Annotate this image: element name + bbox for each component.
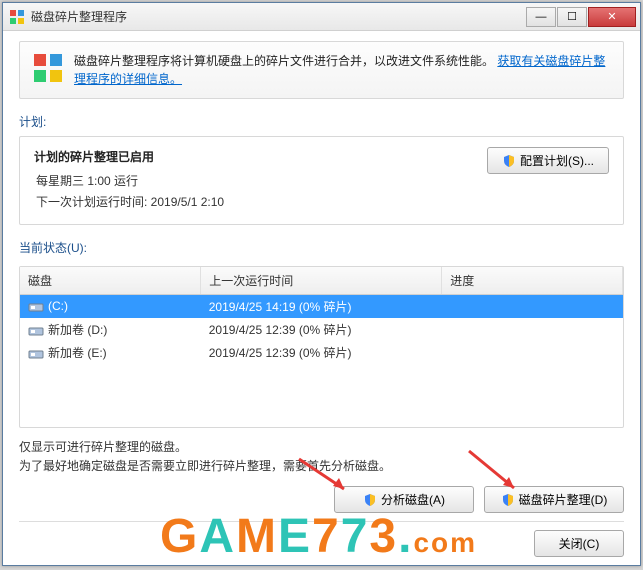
- progress-cell: [442, 318, 623, 341]
- status-label: 当前状态(U):: [19, 239, 624, 256]
- info-description: 磁盘碎片整理程序将计算机硬盘上的碎片文件进行合并，以改进文件系统性能。: [74, 54, 494, 68]
- shield-icon: [501, 493, 515, 507]
- close-dialog-button[interactable]: 关闭(C): [534, 530, 624, 557]
- window: 磁盘碎片整理程序 — ☐ ✕ 磁盘碎片整理程序将计算机硬盘上的碎片文件进行合并，…: [2, 2, 641, 566]
- footer-info: 仅显示可进行碎片整理的磁盘。 为了最好地确定磁盘是否需要立即进行碎片整理，需要首…: [19, 438, 624, 476]
- analyze-disk-label: 分析磁盘(A): [381, 491, 445, 508]
- divider: [19, 521, 624, 522]
- shield-icon: [363, 493, 377, 507]
- configure-schedule-button[interactable]: 配置计划(S)...: [487, 147, 609, 174]
- disk-cell: (C:): [20, 294, 201, 318]
- disk-table-wrap: 磁盘 上一次运行时间 进度 (C:)2019/4/25 14:19 (0% 碎片…: [20, 267, 623, 427]
- progress-cell: [442, 341, 623, 364]
- schedule-info: 计划的碎片整理已启用 每星期三 1:00 运行 下一次计划运行时间: 2019/…: [34, 147, 224, 214]
- table-row[interactable]: 新加卷 (E:)2019/4/25 12:39 (0% 碎片): [20, 341, 623, 364]
- defrag-disk-button[interactable]: 磁盘碎片整理(D): [484, 486, 624, 513]
- configure-schedule-label: 配置计划(S)...: [520, 152, 594, 169]
- content-area: 磁盘碎片整理程序将计算机硬盘上的碎片文件进行合并，以改进文件系统性能。 获取有关…: [3, 31, 640, 565]
- close-button[interactable]: ✕: [588, 7, 636, 27]
- disk-cell: 新加卷 (D:): [20, 318, 201, 341]
- disk-list-area: 磁盘 上一次运行时间 进度 (C:)2019/4/25 14:19 (0% 碎片…: [19, 266, 624, 428]
- disk-table: 磁盘 上一次运行时间 进度 (C:)2019/4/25 14:19 (0% 碎片…: [20, 267, 623, 364]
- action-buttons: 分析磁盘(A) 磁盘碎片整理(D): [19, 486, 624, 513]
- defrag-disk-label: 磁盘碎片整理(D): [519, 491, 608, 508]
- close-row: 关闭(C): [19, 530, 624, 557]
- col-progress[interactable]: 进度: [442, 267, 623, 295]
- lastrun-cell: 2019/4/25 14:19 (0% 碎片): [201, 294, 442, 318]
- lastrun-cell: 2019/4/25 12:39 (0% 碎片): [201, 318, 442, 341]
- footer-line2: 为了最好地确定磁盘是否需要立即进行碎片整理，需要首先分析磁盘。: [19, 457, 624, 476]
- disk-icon: [28, 301, 44, 313]
- analyze-disk-button[interactable]: 分析磁盘(A): [334, 486, 474, 513]
- titlebar-buttons: — ☐ ✕: [525, 7, 636, 27]
- titlebar: 磁盘碎片整理程序 — ☐ ✕: [3, 3, 640, 31]
- minimize-button[interactable]: —: [526, 7, 556, 27]
- maximize-button[interactable]: ☐: [557, 7, 587, 27]
- schedule-frequency: 每星期三 1:00 运行: [34, 171, 224, 193]
- progress-cell: [442, 294, 623, 318]
- table-row[interactable]: 新加卷 (D:)2019/4/25 12:39 (0% 碎片): [20, 318, 623, 341]
- disk-cell: 新加卷 (E:): [20, 341, 201, 364]
- close-dialog-label: 关闭(C): [559, 535, 600, 552]
- col-disk[interactable]: 磁盘: [20, 267, 201, 295]
- table-row[interactable]: (C:)2019/4/25 14:19 (0% 碎片): [20, 294, 623, 318]
- disk-icon: [28, 325, 44, 337]
- schedule-label: 计划:: [19, 113, 624, 130]
- defrag-large-icon: [32, 52, 64, 84]
- schedule-next-run: 下一次计划运行时间: 2019/5/1 2:10: [34, 192, 224, 214]
- defrag-app-icon: [9, 9, 25, 25]
- window-title: 磁盘碎片整理程序: [31, 8, 525, 25]
- schedule-box: 计划的碎片整理已启用 每星期三 1:00 运行 下一次计划运行时间: 2019/…: [19, 136, 624, 225]
- shield-icon: [502, 154, 516, 168]
- footer-line1: 仅显示可进行碎片整理的磁盘。: [19, 438, 624, 457]
- disk-icon: [28, 348, 44, 360]
- lastrun-cell: 2019/4/25 12:39 (0% 碎片): [201, 341, 442, 364]
- col-lastrun[interactable]: 上一次运行时间: [201, 267, 442, 295]
- info-box: 磁盘碎片整理程序将计算机硬盘上的碎片文件进行合并，以改进文件系统性能。 获取有关…: [19, 41, 624, 99]
- info-text: 磁盘碎片整理程序将计算机硬盘上的碎片文件进行合并，以改进文件系统性能。 获取有关…: [74, 52, 611, 88]
- schedule-title: 计划的碎片整理已启用: [34, 147, 224, 169]
